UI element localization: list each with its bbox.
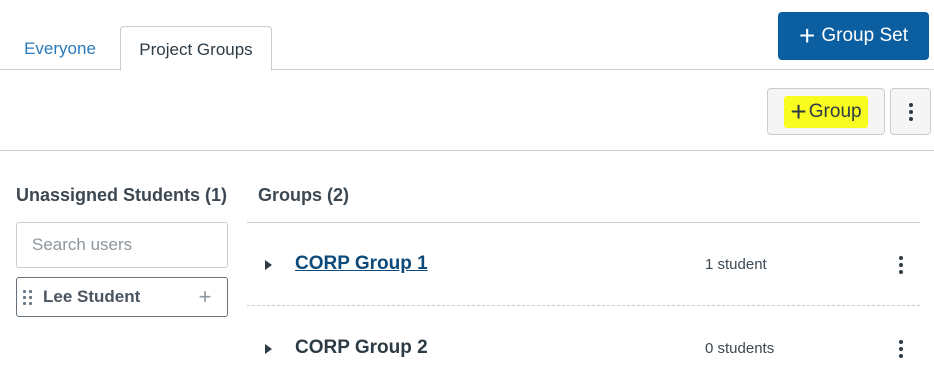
add-group-set-button[interactable]: + Group Set bbox=[778, 12, 929, 60]
group-row: CORP Group 1 1 student bbox=[247, 223, 920, 306]
group-more-button[interactable] bbox=[892, 253, 910, 277]
kebab-icon bbox=[908, 102, 913, 121]
groups-heading: Groups (2) bbox=[258, 185, 350, 205]
plus-icon[interactable]: + bbox=[193, 284, 217, 309]
toolbar: + Group bbox=[0, 70, 934, 151]
add-group-set-label: Group Set bbox=[821, 25, 908, 46]
tab-project-groups[interactable]: Project Groups bbox=[120, 26, 272, 71]
group-more-button[interactable] bbox=[892, 337, 910, 361]
unassigned-students-heading: Unassigned Students (1) bbox=[16, 185, 228, 205]
group-member-count: 0 students bbox=[705, 340, 775, 357]
add-group-button[interactable]: + Group bbox=[767, 88, 885, 135]
search-users-input[interactable] bbox=[16, 222, 228, 268]
group-member-count: 1 student bbox=[705, 256, 767, 273]
group-name[interactable]: CORP Group 2 bbox=[295, 337, 428, 359]
tab-everyone[interactable]: Everyone bbox=[0, 26, 120, 71]
expand-caret-icon[interactable] bbox=[265, 260, 272, 270]
group-management-page: Everyone Project Groups + Group Set + Gr… bbox=[0, 0, 934, 383]
kebab-icon bbox=[899, 256, 903, 274]
group-name-link[interactable]: CORP Group 1 bbox=[295, 253, 428, 275]
add-group-label: Group bbox=[808, 100, 862, 122]
plus-icon: + bbox=[799, 20, 816, 51]
drag-handle-icon[interactable] bbox=[23, 287, 37, 307]
student-name: Lee Student bbox=[43, 287, 141, 306]
more-options-button[interactable] bbox=[890, 88, 931, 135]
tab-bar: Everyone Project Groups + Group Set bbox=[0, 0, 934, 71]
group-row: CORP Group 2 0 students bbox=[247, 307, 920, 383]
plus-icon: + bbox=[790, 95, 807, 127]
student-card[interactable]: Lee Student + bbox=[16, 277, 228, 317]
kebab-icon bbox=[899, 340, 903, 358]
highlight-marker: + Group bbox=[784, 95, 868, 128]
expand-caret-icon[interactable] bbox=[265, 344, 272, 354]
